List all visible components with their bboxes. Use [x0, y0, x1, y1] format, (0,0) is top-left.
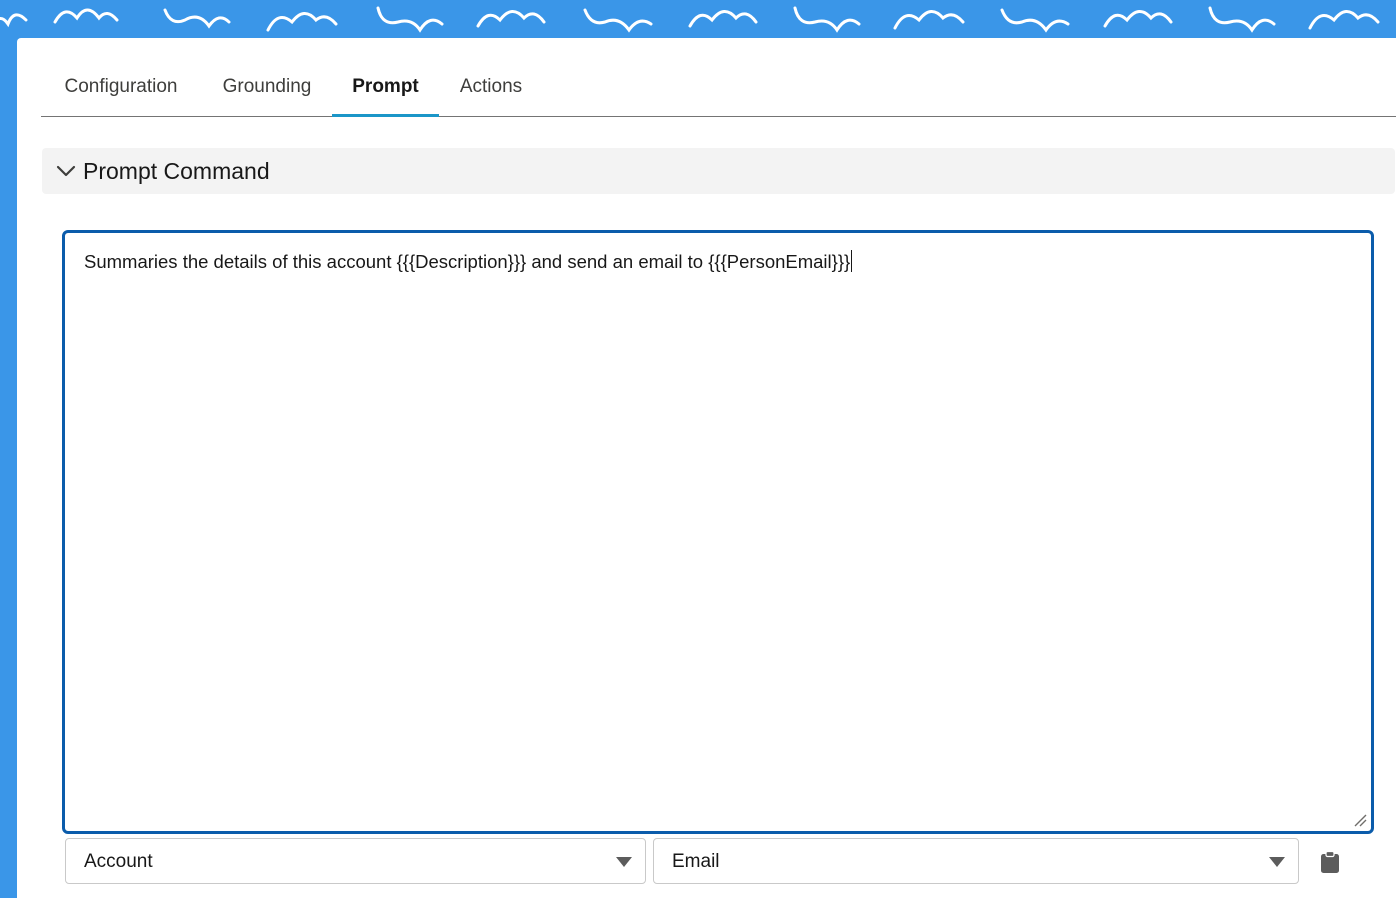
tab-actions[interactable]: Actions — [455, 38, 527, 116]
resize-handle-icon[interactable] — [1353, 813, 1367, 827]
caret-down-icon[interactable] — [1269, 857, 1285, 867]
field-select-value: Email — [672, 851, 720, 872]
chevron-down-icon[interactable] — [56, 163, 76, 179]
tab-prompt[interactable]: Prompt — [332, 38, 439, 117]
tab-bar: Configuration Grounding Prompt Actions — [41, 38, 1396, 117]
tab-configuration[interactable]: Configuration — [41, 38, 201, 116]
section-title: Prompt Command — [83, 158, 270, 184]
object-select[interactable]: Account — [65, 838, 646, 884]
text-caret — [851, 250, 853, 272]
field-select[interactable]: Email — [653, 838, 1299, 884]
caret-down-icon[interactable] — [616, 857, 632, 867]
prompt-command-section-header[interactable]: Prompt Command — [42, 148, 1395, 194]
prompt-textarea[interactable]: Summaries the details of this account {{… — [62, 230, 1374, 834]
prompt-text[interactable]: Summaries the details of this account {{… — [84, 251, 850, 272]
cloud-pattern — [0, 6, 1380, 33]
tab-grounding[interactable]: Grounding — [219, 38, 315, 116]
prompt-builder-panel: Configuration Grounding Prompt Actions P… — [17, 38, 1396, 898]
clipboard-icon[interactable] — [1320, 851, 1340, 873]
object-select-value: Account — [84, 851, 153, 872]
